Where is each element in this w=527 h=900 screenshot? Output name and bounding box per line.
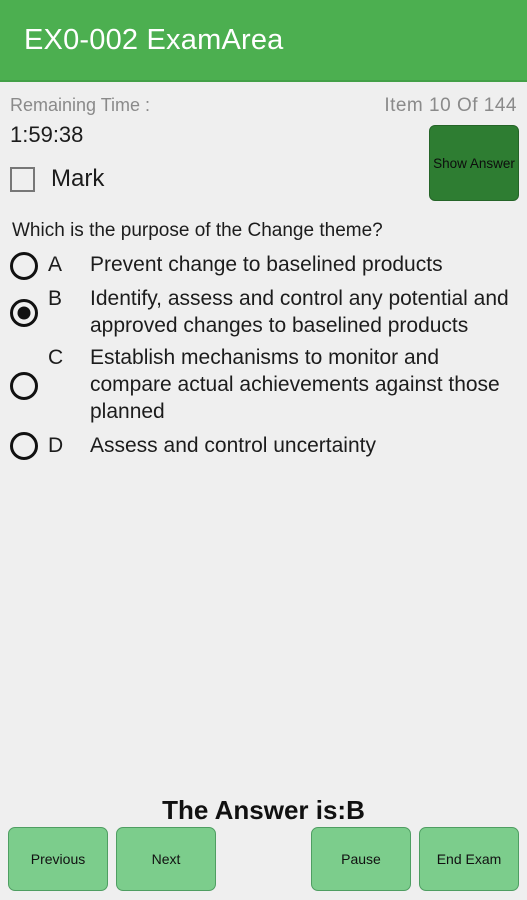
option-b[interactable]: B Identify, assess and control any poten… <box>10 286 517 340</box>
mark-checkbox[interactable] <box>10 166 35 192</box>
radio-icon-d[interactable] <box>10 432 38 461</box>
previous-button[interactable]: Previous <box>8 827 108 891</box>
option-a-letter: A <box>48 253 63 277</box>
radio-icon-a[interactable] <box>10 251 38 280</box>
option-c-letter: C <box>48 346 64 370</box>
timer-block: 1:59:38 Mark Show Answer <box>0 122 527 213</box>
option-c-text: Establish mechanisms to monitor and comp… <box>90 346 500 424</box>
option-c[interactable]: C Establish mechanisms to monitor and co… <box>10 345 517 426</box>
option-b-text: Identify, assess and control any potenti… <box>90 286 509 337</box>
mark-label: Mark <box>51 165 105 193</box>
app-bar: EX0-002 ExamArea <box>0 0 527 82</box>
end-exam-button[interactable]: End Exam <box>419 827 519 891</box>
option-c-body: C Establish mechanisms to monitor and co… <box>48 345 517 426</box>
radio-icon-c[interactable] <box>10 371 38 400</box>
options-list: A Prevent change to baselined products B… <box>0 244 527 461</box>
option-a-text: Prevent change to baselined products <box>90 253 443 277</box>
bottom-button-bar: Previous Next Pause End Exam <box>0 826 527 892</box>
option-d[interactable]: D Assess and control uncertainty <box>10 432 517 461</box>
mark-checkbox-row[interactable]: Mark <box>10 165 130 193</box>
option-d-text: Assess and control uncertainty <box>90 433 376 457</box>
option-d-body: D Assess and control uncertainty <box>48 433 376 460</box>
item-counter: Item 10 Of 144 <box>384 95 517 116</box>
option-a[interactable]: A Prevent change to baselined products <box>10 251 517 280</box>
option-d-letter: D <box>48 433 64 457</box>
option-b-body: B Identify, assess and control any poten… <box>48 286 517 340</box>
status-row: Remaining Time : Item 10 Of 144 <box>0 82 527 117</box>
option-b-letter: B <box>48 286 63 310</box>
question-text: Which is the purpose of the Change theme… <box>12 220 383 241</box>
next-button[interactable]: Next <box>116 827 216 891</box>
page-title: EX0-002 ExamArea <box>24 23 284 56</box>
answer-reveal-text: The Answer is:B <box>162 795 365 825</box>
pause-button[interactable]: Pause <box>311 827 411 891</box>
remaining-time-label: Remaining Time : <box>10 95 151 115</box>
show-answer-button[interactable]: Show Answer <box>429 125 519 201</box>
radio-icon-b[interactable] <box>10 298 38 327</box>
option-a-body: A Prevent change to baselined products <box>48 252 443 279</box>
